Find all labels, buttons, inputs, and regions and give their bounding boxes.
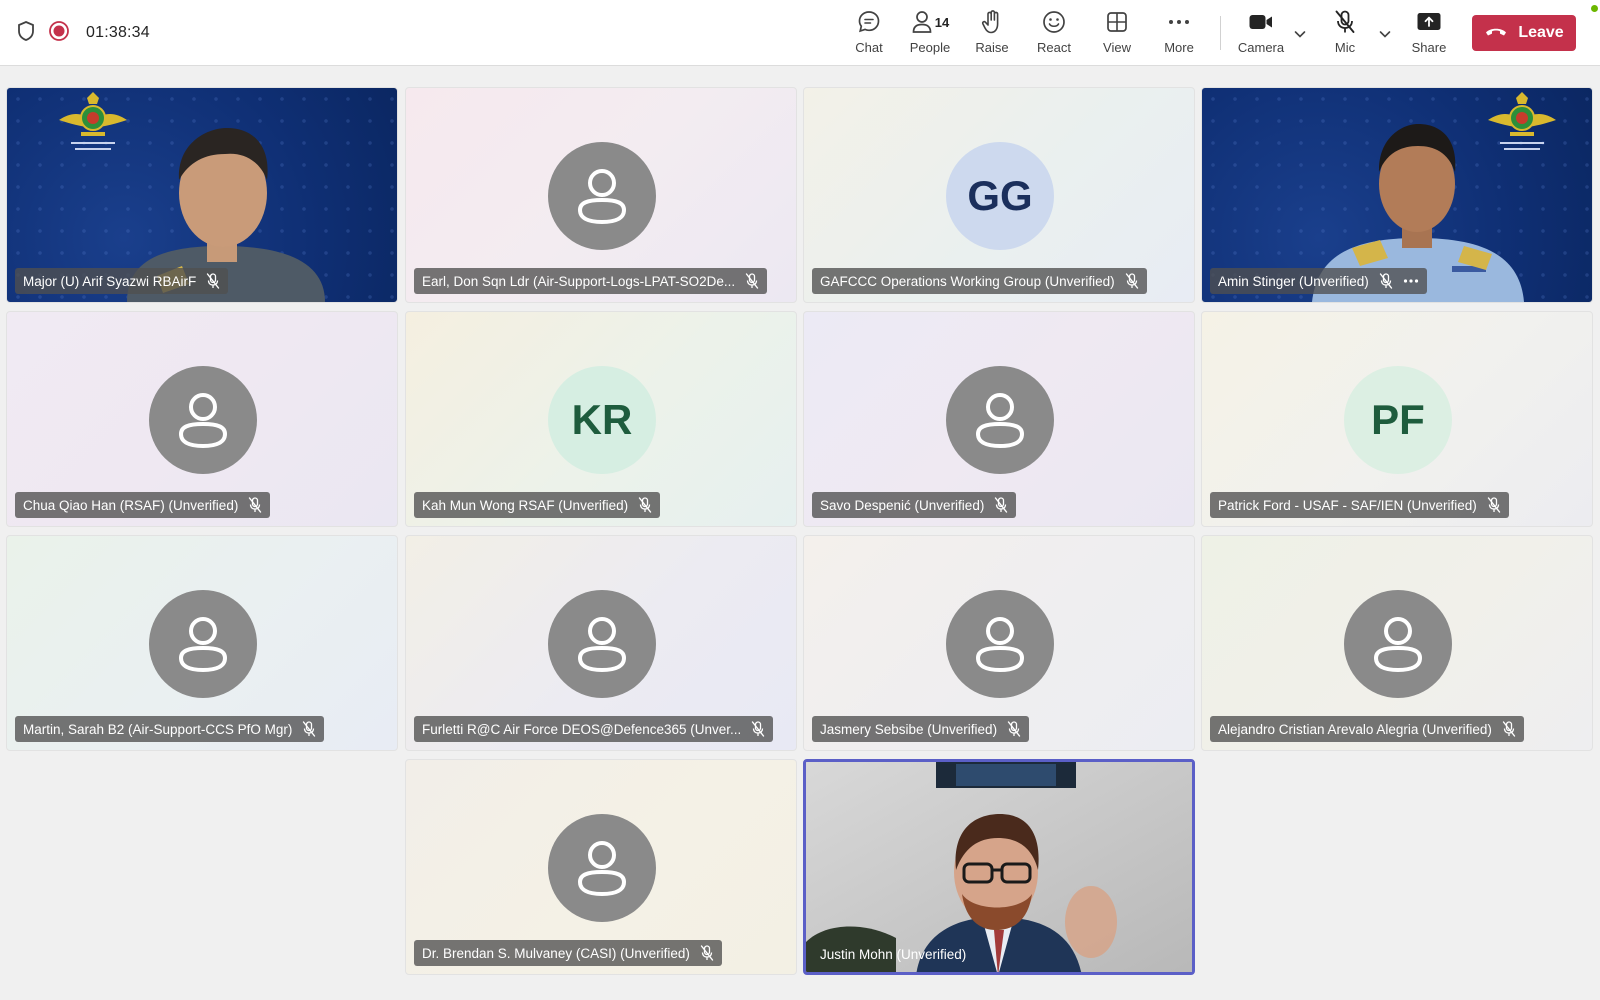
participant-name-tag: Chua Qiao Han (RSAF) (Unverified) xyxy=(15,492,271,518)
leave-button[interactable]: Leave xyxy=(1472,15,1576,51)
participant-name: Martin, Sarah B2 (Air-Support-CCS PfO Mg… xyxy=(23,721,293,737)
mic-off-icon xyxy=(752,721,765,737)
participant-name: Justin Mohn (Unverified) xyxy=(820,946,967,962)
participant-name-tag: Martin, Sarah B2 (Air-Support-CCS PfO Mg… xyxy=(15,716,325,742)
default-avatar-icon xyxy=(548,590,656,698)
mic-off-icon xyxy=(700,945,714,961)
mic-off-icon xyxy=(1333,8,1357,36)
mic-off-icon xyxy=(638,497,652,513)
meeting-status: 01:38:34 xyxy=(16,0,150,66)
mic-off-icon xyxy=(1502,721,1516,737)
default-avatar-icon xyxy=(149,366,257,474)
participant-name-tag: Justin Mohn (Unverified) xyxy=(812,941,974,967)
initials-avatar: KR xyxy=(548,366,656,474)
participant-name-tag: Savo Despenić (Unverified) xyxy=(812,492,1017,518)
participant-name: Amin Stinger (Unverified) xyxy=(1218,273,1369,289)
raise-hand-button[interactable]: Raise xyxy=(961,8,1023,60)
participant-tile[interactable]: GG GAFCCC Operations Working Group (Unver… xyxy=(803,87,1195,303)
participant-name: Patrick Ford - USAF - SAF/IEN (Unverifie… xyxy=(1218,497,1477,513)
participant-tile[interactable]: Amin Stinger (Unverified) xyxy=(1201,87,1593,303)
participant-tile[interactable]: Jasmery Sebsibe (Unverified) xyxy=(803,535,1195,751)
participant-name-tag: Alejandro Cristian Arevalo Alegria (Unve… xyxy=(1210,716,1524,742)
participant-tile[interactable]: Martin, Sarah B2 (Air-Support-CCS PfO Mg… xyxy=(6,535,398,751)
participant-tile[interactable]: PF Patrick Ford - USAF - SAF/IEN (Unverif… xyxy=(1201,311,1593,527)
participant-more-options-icon[interactable] xyxy=(1403,278,1419,284)
mic-off-icon xyxy=(745,273,759,289)
mic-off-icon xyxy=(1125,273,1138,289)
participant-name-tag: Patrick Ford - USAF - SAF/IEN (Unverifie… xyxy=(1210,492,1509,518)
mic-off-icon xyxy=(249,497,262,513)
people-count-badge: 14 xyxy=(934,14,950,30)
default-avatar-icon xyxy=(548,142,656,250)
participant-name-tag: Dr. Brendan S. Mulvaney (CASI) (Unverifi… xyxy=(414,940,722,966)
mic-off-icon xyxy=(995,497,1008,513)
view-button[interactable]: View xyxy=(1086,8,1148,60)
participant-name-tag: GAFCCC Operations Working Group (Unverif… xyxy=(812,268,1147,294)
smiley-icon xyxy=(1041,8,1067,36)
participant-name: Jasmery Sebsibe (Unverified) xyxy=(820,721,998,737)
participant-tile[interactable]: Savo Despenić (Unverified) xyxy=(803,311,1195,527)
participant-tile[interactable]: Major (U) Arif Syazwi RBAirF xyxy=(6,87,398,303)
mic-options-chevron-icon[interactable] xyxy=(1377,26,1393,42)
react-button[interactable]: React xyxy=(1023,8,1085,60)
meeting-timer: 01:38:34 xyxy=(86,24,150,41)
shield-icon[interactable] xyxy=(16,20,36,47)
grid-view-icon xyxy=(1105,8,1129,36)
mic-off-icon xyxy=(1007,721,1021,737)
participant-tile[interactable]: KR Kah Mun Wong RSAF (Unverified) xyxy=(405,311,797,527)
mic-off-icon xyxy=(303,721,316,737)
participant-name-tag: Amin Stinger (Unverified) xyxy=(1210,268,1427,294)
more-dots-icon xyxy=(1167,8,1191,36)
camera-options-chevron-icon[interactable] xyxy=(1292,26,1308,42)
default-avatar-icon xyxy=(1344,590,1452,698)
status-indicator-dot xyxy=(1591,5,1598,12)
participant-name-tag: Major (U) Arif Syazwi RBAirF xyxy=(15,268,229,294)
participant-name: Furletti R@C Air Force DEOS@Defence365 (… xyxy=(422,721,742,737)
share-button[interactable]: Share xyxy=(1398,8,1460,60)
participant-name-tag: Kah Mun Wong RSAF (Unverified) xyxy=(414,492,661,518)
more-button[interactable]: More xyxy=(1148,8,1210,60)
recording-icon xyxy=(48,20,70,47)
participant-tile[interactable]: Furletti R@C Air Force DEOS@Defence365 (… xyxy=(405,535,797,751)
share-screen-icon xyxy=(1416,8,1442,36)
participant-name: Kah Mun Wong RSAF (Unverified) xyxy=(422,497,629,513)
meeting-toolbar: 01:38:34 Chat 14 People Raise React View xyxy=(0,0,1600,66)
mic-off-icon xyxy=(207,273,220,289)
toolbar-divider xyxy=(1220,16,1221,50)
participant-name: Savo Despenić (Unverified) xyxy=(820,497,985,513)
hang-up-phone-icon xyxy=(1484,24,1508,42)
default-avatar-icon xyxy=(149,590,257,698)
default-avatar-icon xyxy=(946,590,1054,698)
mic-off-icon xyxy=(1487,497,1500,513)
participant-name: Major (U) Arif Syazwi RBAirF xyxy=(23,273,197,289)
initials-avatar: GG xyxy=(946,142,1054,250)
mic-off-icon xyxy=(1379,273,1393,289)
participant-name: Dr. Brendan S. Mulvaney (CASI) (Unverifi… xyxy=(422,945,690,961)
participant-name-tag: Jasmery Sebsibe (Unverified) xyxy=(812,716,1030,742)
participant-name-tag: Earl, Don Sqn Ldr (Air-Support-Logs-LPAT… xyxy=(414,268,768,294)
initials-avatar: PF xyxy=(1344,366,1452,474)
participant-name: Chua Qiao Han (RSAF) (Unverified) xyxy=(23,497,239,513)
participant-name: Earl, Don Sqn Ldr (Air-Support-Logs-LPAT… xyxy=(422,273,736,289)
camera-button[interactable]: Camera xyxy=(1230,8,1292,60)
participant-tile[interactable]: Chua Qiao Han (RSAF) (Unverified) xyxy=(6,311,398,527)
default-avatar-icon xyxy=(548,814,656,922)
participant-tile[interactable]: Earl, Don Sqn Ldr (Air-Support-Logs-LPAT… xyxy=(405,87,797,303)
chat-icon xyxy=(856,8,882,36)
camera-icon xyxy=(1248,8,1274,36)
participant-tile[interactable]: Alejandro Cristian Arevalo Alegria (Unve… xyxy=(1201,535,1593,751)
participant-tile[interactable]: Justin Mohn (Unverified) xyxy=(803,759,1195,975)
participant-name-tag: Furletti R@C Air Force DEOS@Defence365 (… xyxy=(414,716,774,742)
raise-hand-icon xyxy=(980,8,1004,36)
participant-name: GAFCCC Operations Working Group (Unverif… xyxy=(820,273,1115,289)
people-button[interactable]: 14 People xyxy=(899,8,961,60)
participant-tile[interactable]: Dr. Brendan S. Mulvaney (CASI) (Unverifi… xyxy=(405,759,797,975)
chat-button[interactable]: Chat xyxy=(838,8,900,60)
default-avatar-icon xyxy=(946,366,1054,474)
mic-button[interactable]: Mic xyxy=(1314,8,1376,60)
participant-name: Alejandro Cristian Arevalo Alegria (Unve… xyxy=(1218,721,1492,737)
people-icon: 14 xyxy=(911,8,949,36)
